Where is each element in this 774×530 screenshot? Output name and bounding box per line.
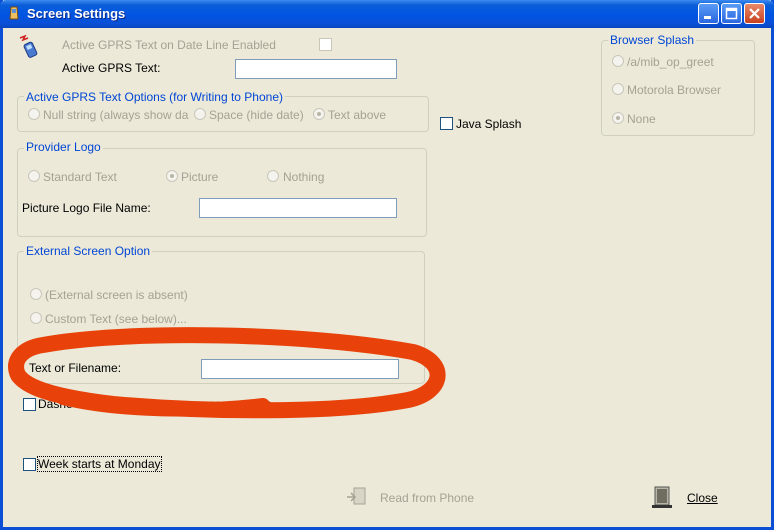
radio-nothing[interactable] (267, 170, 279, 182)
java-splash-checkbox[interactable] (440, 117, 453, 130)
radio-none-label: None (627, 112, 656, 126)
read-phone-icon (345, 487, 369, 510)
close-window-button[interactable] (744, 3, 765, 24)
close-label: Close (687, 491, 718, 505)
browser-splash-title: Browser Splash (608, 33, 697, 47)
radio-external-absent[interactable] (30, 288, 42, 300)
radio-null-string[interactable] (28, 108, 40, 120)
radio-picture[interactable] (166, 170, 178, 182)
radio-external-absent-label: (External screen is absent) (45, 288, 188, 302)
radio-none[interactable] (612, 112, 624, 124)
screen-settings-window: Screen Settings Active GPRS Text on Date… (0, 0, 774, 530)
text-or-filename-input[interactable] (201, 359, 399, 379)
external-screen-title: External Screen Option (24, 244, 153, 258)
door-icon (651, 485, 673, 512)
radio-mib-op-greet-label: /a/mib_op_greet (627, 55, 714, 69)
radio-motorola-browser[interactable] (612, 83, 624, 95)
phone-signal-icon (17, 34, 43, 63)
dashes-checkbox[interactable] (23, 398, 36, 411)
radio-custom-text[interactable] (30, 312, 42, 324)
maximize-button[interactable] (721, 3, 742, 24)
java-splash-label: Java Splash (456, 117, 522, 131)
radio-null-string-label: Null string (always show da (43, 108, 189, 122)
gprs-options-title: Active GPRS Text Options (for Writing to… (24, 90, 285, 104)
gprs-date-line-checkbox[interactable] (319, 38, 332, 51)
radio-text-above[interactable] (313, 108, 325, 120)
dashes-label-start: Dashe (38, 397, 73, 411)
read-from-phone-button[interactable]: Read from Phone (343, 487, 483, 509)
week-monday-checkbox[interactable] (23, 458, 36, 471)
gprs-text-input[interactable] (235, 59, 397, 79)
window-title: Screen Settings (27, 6, 126, 21)
radio-space[interactable] (194, 108, 206, 120)
radio-motorola-browser-label: Motorola Browser (627, 83, 722, 97)
picture-logo-file-label: Picture Logo File Name: (22, 201, 151, 215)
gprs-date-line-label: Active GPRS Text on Date Line Enabled (62, 38, 276, 52)
radio-text-above-label: Text above (328, 108, 387, 122)
radio-picture-label: Picture (181, 170, 219, 184)
radio-custom-text-label: Custom Text (see below)... (45, 312, 187, 326)
provider-logo-title: Provider Logo (24, 140, 103, 154)
radio-nothing-label: Nothing (283, 170, 325, 184)
radio-standard-text-label: Standard Text (43, 170, 117, 184)
radio-standard-text[interactable] (28, 170, 40, 182)
title-bar[interactable]: Screen Settings (0, 0, 774, 28)
app-icon (7, 6, 21, 20)
gprs-text-label: Active GPRS Text: (62, 61, 161, 75)
dashes-label-end: ne numbers (208, 397, 272, 411)
radio-mib-op-greet[interactable] (612, 55, 624, 67)
picture-logo-file-input[interactable] (199, 198, 397, 218)
radio-space-label: Space (hide date) (209, 108, 304, 122)
read-from-phone-label: Read from Phone (380, 491, 475, 505)
close-button[interactable]: Close (648, 485, 738, 511)
text-or-filename-label: Text or Filename: (29, 361, 122, 375)
minimize-button[interactable] (698, 3, 719, 24)
provider-logo-group (17, 148, 427, 237)
week-monday-label: Week starts at Monday (37, 456, 162, 472)
